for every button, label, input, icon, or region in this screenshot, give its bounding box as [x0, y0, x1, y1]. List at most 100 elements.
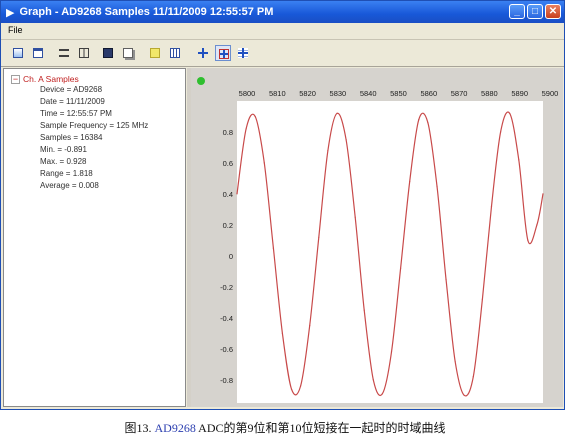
sample-point — [372, 379, 374, 381]
x-tick-label: 5870 — [451, 89, 468, 98]
property-min: Min. = -0.891 — [40, 145, 87, 154]
plot-area — [237, 101, 543, 403]
x-tick-label: 5800 — [239, 89, 256, 98]
chart-icon — [13, 48, 23, 58]
property-sample-frequency: Sample Frequency = 125 MHz — [40, 121, 149, 130]
property-average: Average = 0.008 — [40, 181, 99, 190]
x-tick-label: 5820 — [299, 89, 316, 98]
sample-point — [490, 205, 493, 207]
sample-point — [363, 309, 365, 311]
toolbar-button-crosshair[interactable] — [195, 45, 211, 61]
y-tick-label: 0.6 — [223, 159, 233, 168]
sample-point — [400, 267, 402, 269]
x-tick-label: 5850 — [390, 89, 407, 98]
toolbar-button-save[interactable] — [100, 45, 116, 61]
property-date: Date = 11/11/2009 — [40, 97, 105, 106]
toolbar-button-list[interactable] — [56, 45, 72, 61]
x-tick-label: 5900 — [542, 89, 559, 98]
toolbar-button-note[interactable] — [147, 45, 163, 61]
minimize-button[interactable]: _ — [509, 4, 525, 19]
sample-point — [454, 360, 456, 362]
copy-icon — [123, 48, 133, 58]
sample-point — [518, 159, 520, 161]
property-max: Max. = 0.928 — [40, 157, 87, 166]
x-tick-label: 5890 — [511, 89, 528, 98]
tree-collapse-toggle[interactable]: − — [11, 75, 20, 84]
graph-window: ▶ Graph - AD9268 Samples 11/11/2009 12:5… — [0, 0, 565, 410]
sample-point — [542, 193, 544, 195]
menu-file[interactable]: File — [8, 25, 23, 35]
sample-point — [409, 180, 411, 183]
sample-point — [509, 112, 511, 114]
property-time: Time = 12:55:57 PM — [40, 109, 112, 118]
sample-point — [527, 239, 529, 241]
toolbar-button-table[interactable] — [76, 45, 92, 61]
sample-point — [436, 185, 438, 187]
crosshair-box-icon — [219, 49, 229, 59]
sample-point — [481, 298, 483, 300]
toolbar-button-window[interactable] — [30, 45, 46, 61]
sample-point — [263, 162, 265, 164]
window-icon — [33, 48, 43, 58]
sample-point — [272, 247, 274, 249]
x-tick-label: 5880 — [481, 89, 498, 98]
sample-point — [245, 128, 247, 130]
sample-point — [445, 278, 447, 280]
toolbar-button-grid[interactable] — [167, 45, 183, 61]
y-tick-label: -0.4 — [220, 314, 233, 323]
sample-point — [236, 193, 238, 195]
sample-point — [500, 131, 502, 133]
list-icon — [59, 49, 69, 57]
note-icon — [150, 48, 160, 58]
app-icon: ▶ — [6, 6, 15, 19]
status-indicator-icon — [197, 77, 205, 85]
toolbar-button-crosshair-box[interactable] — [215, 45, 231, 61]
maximize-button[interactable]: □ — [527, 4, 543, 19]
sample-point — [390, 351, 393, 353]
crosshair-grid-icon — [238, 48, 248, 58]
y-tick-label: 0.8 — [223, 128, 233, 137]
sample-tree-panel: − Ch. A Samples Device = AD9268 Date = 1… — [3, 68, 186, 407]
y-tick-label: 0.4 — [223, 190, 233, 199]
toolbar-button-chart[interactable] — [10, 45, 26, 61]
sample-point — [281, 332, 283, 334]
time-domain-chart: 5800 5810 5820 5830 5840 5850 5860 5870 5880 5890… — [197, 77, 559, 403]
y-tick-label: 0 — [229, 252, 233, 261]
sample-point — [254, 115, 256, 118]
sample-point — [290, 388, 293, 390]
sample-point — [354, 216, 356, 218]
sample-point — [463, 394, 465, 396]
caption-text: ADC的第9位和第10位短接在一起时的时域曲线 — [195, 421, 446, 435]
tree-root-ch-a-samples[interactable]: Ch. A Samples — [23, 74, 79, 84]
caption-prefix: 图13. — [124, 421, 155, 435]
close-button[interactable]: ✕ — [545, 4, 561, 19]
y-tick-label: -0.8 — [220, 376, 233, 385]
sample-point — [327, 150, 329, 152]
property-range: Range = 1.818 — [40, 169, 93, 178]
toolbar-button-crosshair-grid[interactable] — [235, 45, 251, 61]
sample-point — [345, 139, 347, 141]
property-samples: Samples = 16384 — [40, 133, 103, 142]
sample-point — [300, 385, 302, 387]
sample-point — [418, 119, 420, 121]
window-title: Graph - AD9268 Samples 11/11/2009 12:55:… — [19, 6, 274, 18]
sample-point — [472, 376, 474, 378]
title-bar[interactable]: ▶ Graph - AD9268 Samples 11/11/2009 12:5… — [1, 1, 564, 23]
sample-point — [336, 112, 338, 114]
x-tick-label: 5860 — [420, 89, 437, 98]
table-icon — [79, 48, 89, 58]
save-icon — [103, 48, 113, 58]
toolbar-button-copy[interactable] — [120, 45, 136, 61]
sample-point — [536, 224, 538, 226]
x-tick-label: 5810 — [269, 89, 286, 98]
caption-device-link[interactable]: AD9268 — [154, 421, 195, 435]
x-tick-label: 5830 — [330, 89, 347, 98]
crosshair-icon — [198, 48, 208, 58]
sample-point — [309, 325, 311, 327]
plot-panel: 5800 5810 5820 5830 5840 5850 5860 5870 5880 5890… — [191, 68, 563, 407]
y-tick-label: -0.2 — [220, 283, 233, 292]
sample-point — [318, 236, 320, 238]
x-tick-label: 5840 — [360, 89, 377, 98]
sample-point — [381, 393, 383, 395]
y-tick-label: 0.2 — [223, 221, 233, 230]
